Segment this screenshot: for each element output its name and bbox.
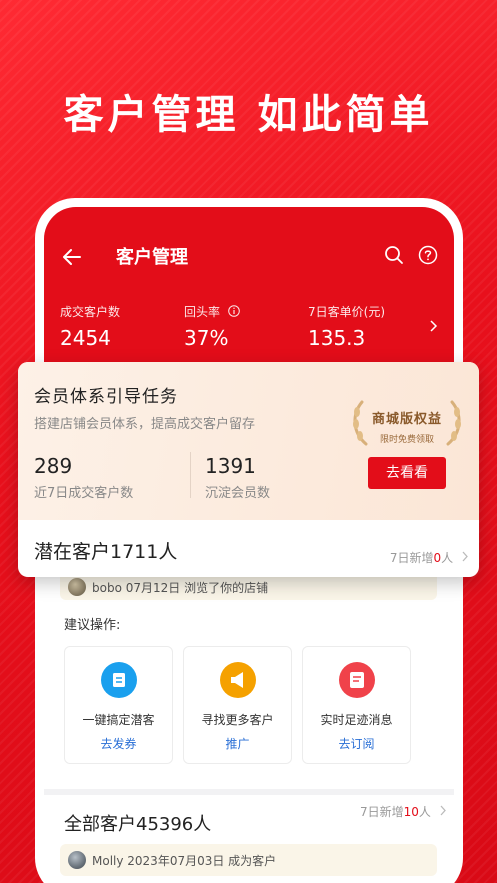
all-customers-title[interactable]: 全部客户45396人 xyxy=(64,810,211,836)
stat-value: 2454 xyxy=(60,326,111,350)
app-header: 客户管理 成交客户数 2454 回头率 37% 7日客单价(元) 135.3 xyxy=(44,207,454,377)
task-description: 搭建店铺会员体系，提高成交客户留存 xyxy=(34,417,256,432)
megaphone-icon xyxy=(220,662,256,698)
card-realtime-footprint[interactable]: 实时足迹消息 去订阅 xyxy=(302,646,411,764)
activity-feed-item[interactable]: bobo 07月12日 浏览了你的店铺 xyxy=(60,574,437,600)
stat-label-text: 回头率 xyxy=(184,305,221,319)
chevron-right-icon xyxy=(462,551,468,562)
stat-deal-customers: 成交客户数 2454 xyxy=(60,303,120,350)
metric-recent-customers: 289 近7日成交客户数 xyxy=(34,454,133,501)
badge-title: 商城版权益 xyxy=(371,412,442,427)
help-icon[interactable] xyxy=(418,245,438,265)
new-suffix: 人 xyxy=(441,551,454,565)
chevron-right-icon xyxy=(440,805,446,816)
card-find-customers[interactable]: 寻找更多客户 推广 xyxy=(183,646,292,764)
new-prefix: 7日新增 xyxy=(360,805,404,819)
potential-customers-title[interactable]: 潜在客户1711人 xyxy=(34,537,177,564)
stat-label: 回头率 xyxy=(184,303,240,320)
activity-text: Molly 2023年07月03日 成为客户 xyxy=(92,854,277,868)
member-activity-item[interactable]: Molly 2023年07月03日 成为客户 xyxy=(60,844,437,876)
stat-label: 7日客单价(元) xyxy=(308,305,385,319)
stat-label: 成交客户数 xyxy=(60,305,121,319)
coupon-icon xyxy=(101,662,137,698)
card-title: 寻找更多客户 xyxy=(201,713,274,727)
chevron-right-icon[interactable] xyxy=(428,319,438,333)
go-see-button[interactable]: 去看看 xyxy=(368,457,446,489)
potential-new[interactable]: 7日新增0人 xyxy=(390,549,469,566)
task-title: 会员体系引导任务 xyxy=(34,387,178,407)
page-title: 客户管理 xyxy=(116,247,188,268)
metric-members: 1391 沉淀会员数 xyxy=(205,454,270,501)
badge-subtitle: 限时免费领取 xyxy=(379,435,434,445)
search-icon[interactable] xyxy=(384,245,404,265)
divider xyxy=(190,452,191,498)
mall-benefit-badge: 商城版权益 限时免费领取 xyxy=(348,394,466,450)
card-title: 实时足迹消息 xyxy=(320,713,393,727)
card-action-link[interactable]: 去订阅 xyxy=(303,735,410,752)
back-arrow-icon[interactable] xyxy=(62,247,82,267)
stat-value: 135.3 xyxy=(308,326,366,350)
new-count: 0 xyxy=(433,551,442,565)
member-task-popup: 会员体系引导任务 搭建店铺会员体系，提高成交客户留存 289 近7日成交客户数 … xyxy=(18,362,479,577)
card-action-link[interactable]: 推广 xyxy=(184,735,291,752)
card-one-click-potential[interactable]: 一键搞定潜客 去发券 xyxy=(64,646,173,764)
metric-caption: 近7日成交客户数 xyxy=(34,486,134,501)
card-action-link[interactable]: 去发券 xyxy=(65,735,172,752)
stat-value: 37% xyxy=(184,326,229,350)
promo-headline: 客户管理 如此简单 xyxy=(63,92,434,138)
avatar xyxy=(68,851,86,869)
message-icon xyxy=(339,662,375,698)
card-title: 一键搞定潜客 xyxy=(82,713,155,727)
metric-value: 1391 xyxy=(205,454,256,478)
new-count: 10 xyxy=(403,805,419,819)
metric-caption: 沉淀会员数 xyxy=(205,486,271,501)
info-icon[interactable] xyxy=(228,305,240,317)
all-customers-new[interactable]: 7日新增10人 xyxy=(360,803,447,820)
new-suffix: 人 xyxy=(418,805,431,819)
activity-text: bobo 07月12日 浏览了你的店铺 xyxy=(92,581,269,595)
suggest-label: 建议操作: xyxy=(64,618,121,633)
avatar xyxy=(68,578,86,596)
new-prefix: 7日新增 xyxy=(389,551,434,565)
metric-value: 289 xyxy=(34,454,73,478)
stat-avg-order: 7日客单价(元) 135.3 xyxy=(308,303,385,350)
stat-return-rate: 回头率 37% xyxy=(184,303,240,350)
